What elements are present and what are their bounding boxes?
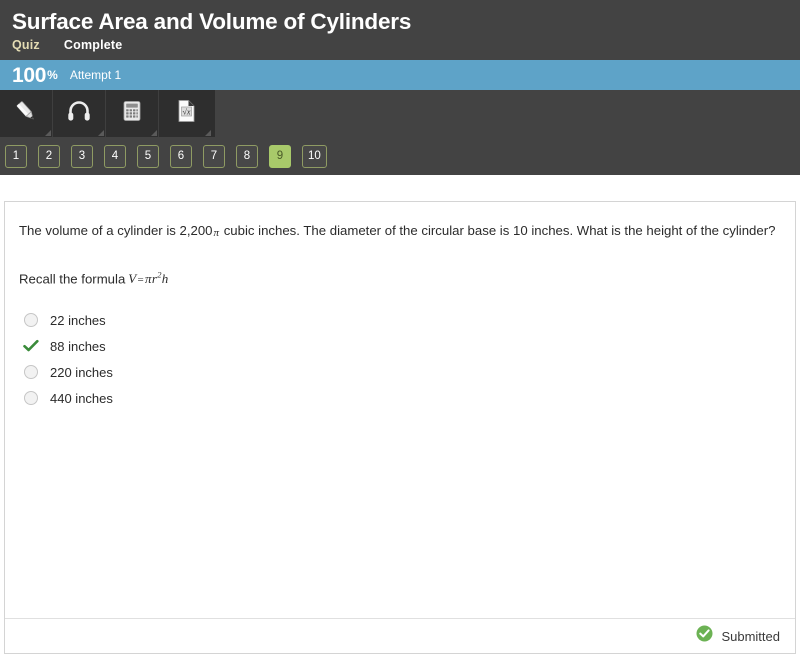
completion-status-label: Complete (63, 38, 123, 52)
tool-button-pencil[interactable] (0, 90, 53, 137)
panel-footer: Submitted (5, 618, 795, 653)
formula-icon: √x (171, 96, 201, 131)
question-nav-item-8[interactable]: 8 (236, 144, 258, 168)
question-nav-item-3[interactable]: 3 (71, 144, 93, 168)
submitted-label: Submitted (721, 628, 780, 644)
attempt-label: Attempt 1 (69, 68, 122, 82)
status-badge: Submitted (696, 625, 780, 647)
formula-recall-line: Recall the formula V=πr2h (19, 265, 781, 290)
tool-button-formula[interactable]: √x (159, 90, 212, 137)
answer-option-label: 22 inches (50, 312, 106, 328)
svg-text:√x: √x (182, 107, 190, 116)
pi-symbol: π (213, 227, 220, 239)
formula-variable-v: V (128, 271, 137, 287)
answer-option-label: 220 inches (50, 364, 113, 380)
question-nav-item-10[interactable]: 10 (302, 144, 327, 168)
recall-formula-label: Recall the formula (19, 271, 126, 287)
question-body: The volume of a cylinder is 2,200π cubic… (5, 202, 795, 411)
answer-option-4[interactable]: 440 inches (19, 385, 781, 411)
radio-unselected-icon[interactable] (24, 391, 38, 406)
question-prompt: The volume of a cylinder is 2,200π cubic… (19, 220, 781, 244)
question-nav-item-2[interactable]: 2 (38, 144, 60, 168)
answer-option-label: 440 inches (50, 390, 113, 406)
question-nav-item-4[interactable]: 4 (104, 144, 126, 168)
tool-corner-indicator (98, 130, 104, 136)
question-nav-item-9[interactable]: 9 (269, 144, 291, 168)
tool-corner-indicator (205, 130, 211, 136)
tool-button-calculator[interactable] (106, 90, 159, 137)
answer-option-3[interactable]: 220 inches (19, 359, 781, 385)
question-prompt-part2: cubic inches. The diameter of the circul… (220, 223, 776, 238)
answer-option-2[interactable]: 88 inches (19, 333, 781, 359)
question-prompt-part1: The volume of a cylinder is 2,200 (19, 223, 213, 238)
toolbar-container: √x (0, 90, 800, 137)
calculator-icon (117, 96, 147, 131)
answer-option-label: 88 inches (50, 338, 106, 354)
tool-corner-indicator (151, 130, 157, 136)
answer-options-list: 22 inches 88 inches 220 inches 440 inche… (19, 307, 781, 411)
volume-formula: V=πr2h (128, 270, 169, 287)
answer-option-1[interactable]: 22 inches (19, 307, 781, 333)
formula-equals: = (137, 274, 145, 287)
page-title: Surface Area and Volume of Cylinders (12, 9, 412, 34)
assignment-type-label: Quiz (12, 38, 40, 52)
radio-unselected-icon[interactable] (24, 313, 38, 328)
question-nav-item-5[interactable]: 5 (137, 144, 159, 168)
radio-unselected-icon[interactable] (24, 365, 38, 380)
score-bar: 100 % Attempt 1 (0, 60, 800, 90)
tool-toolbar: √x (0, 90, 215, 137)
score-percent-value: 100 (12, 63, 47, 87)
checkmark-icon (23, 339, 39, 353)
app-header: Surface Area and Volume of Cylinders Qui… (0, 0, 800, 175)
tool-button-headphones[interactable] (53, 90, 106, 137)
headphones-icon (64, 96, 94, 131)
question-nav-item-6[interactable]: 6 (170, 144, 192, 168)
formula-pi: π (145, 271, 152, 287)
submitted-check-icon (696, 625, 713, 647)
question-nav-item-7[interactable]: 7 (203, 144, 225, 168)
title-block: Surface Area and Volume of Cylinders Qui… (0, 0, 800, 60)
question-content-panel: The volume of a cylinder is 2,200π cubic… (4, 201, 796, 654)
question-navigation: 1 2 3 4 5 6 7 8 9 10 (0, 137, 800, 175)
question-nav-item-1[interactable]: 1 (5, 144, 27, 168)
formula-variable-h: h (161, 271, 169, 287)
tool-corner-indicator (45, 130, 51, 136)
header-meta-row: Quiz Complete (12, 38, 788, 60)
pencil-icon (11, 96, 41, 131)
score-percent-symbol: % (47, 68, 58, 82)
